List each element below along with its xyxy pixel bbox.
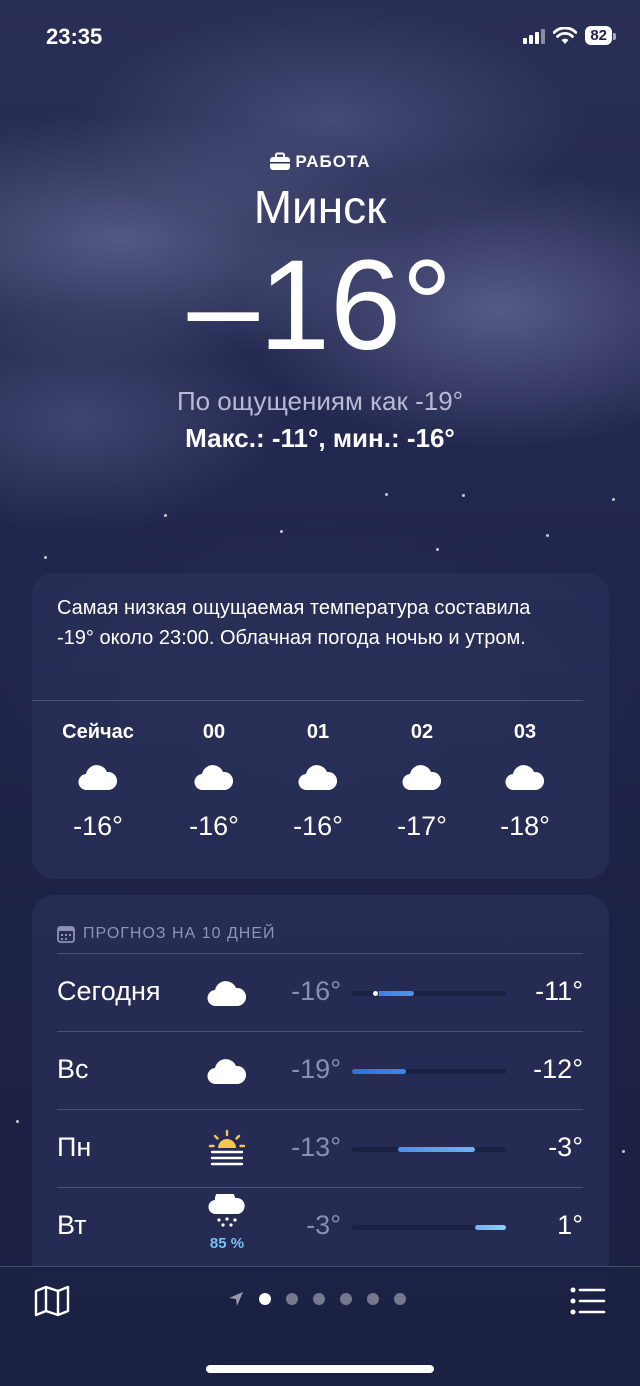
hour-label: 03 <box>513 721 537 743</box>
hourly-list[interactable]: Сейчас -16° 00 -16° 01 -16° 02 -17° 03 -… <box>32 701 609 879</box>
star <box>612 498 615 501</box>
star <box>385 493 388 496</box>
hour-label: 02 <box>410 721 434 743</box>
cloud-icon <box>268 755 368 801</box>
wifi-icon <box>553 26 578 44</box>
hour-item: 03 -18° <box>475 721 575 842</box>
temperature-range-bar <box>352 990 506 997</box>
sunrise-fog-icon <box>205 1126 249 1173</box>
day-high-temp: 1° <box>557 1210 583 1240</box>
day-low-temp: -19° <box>291 1054 341 1084</box>
hourly-summary: Самая низкая ощущаемая температура соста… <box>32 573 583 701</box>
location-label-text: РАБОТА <box>295 152 371 171</box>
cloud-icon <box>48 755 148 801</box>
hour-temp: -16° <box>189 811 239 841</box>
temperature-range-bar <box>352 1069 506 1074</box>
day-name: Вс <box>57 1054 89 1084</box>
temperature-range-fill <box>475 1225 506 1230</box>
hour-label: Сейчас <box>62 721 134 743</box>
forecast-day-row[interactable]: Вс -19° -12° <box>57 1031 583 1109</box>
cloud-icon <box>372 755 472 801</box>
briefcase-icon <box>270 152 291 170</box>
forecast-title: ПРОГНОЗ НА 10 ДНЕЙ <box>32 895 609 953</box>
forecast-title-text: ПРОГНОЗ НА 10 ДНЕЙ <box>83 925 276 942</box>
precipitation-chance: 85 % <box>209 1235 245 1252</box>
day-low-temp: -16° <box>291 976 341 1006</box>
star <box>280 530 283 533</box>
battery-indicator: 82 <box>585 26 616 45</box>
temperature-range-fill <box>352 1069 406 1074</box>
status-bar: 23:35 82 <box>0 24 640 54</box>
status-icons: 82 <box>523 26 616 45</box>
hour-item: 00 -16° <box>164 721 264 842</box>
day-name: Сегодня <box>57 976 161 1006</box>
calendar-icon <box>57 926 75 943</box>
page-dot[interactable] <box>394 1293 406 1305</box>
page-dot[interactable] <box>286 1293 298 1305</box>
home-indicator[interactable] <box>206 1365 434 1373</box>
day-high-temp: -3° <box>548 1132 583 1162</box>
map-icon <box>34 1285 70 1317</box>
star <box>462 494 465 497</box>
location-arrow-icon <box>229 1292 243 1306</box>
hour-label: 01 <box>306 721 330 743</box>
hourly-forecast-card[interactable]: Самая низкая ощущаемая температура соста… <box>32 573 609 879</box>
star <box>16 1120 19 1123</box>
location-label: РАБОТА <box>0 150 640 174</box>
forecast-day-row[interactable]: Вт 85 % -3° 1° <box>57 1187 583 1265</box>
high-low: Макс.: -11°, мин.: -16° <box>185 423 455 453</box>
temperature-range-bar <box>352 1147 506 1152</box>
cellular-signal-icon <box>523 28 546 44</box>
hour-temp: -16° <box>73 811 123 841</box>
day-low-temp: -13° <box>291 1132 341 1162</box>
day-high-temp: -11° <box>535 976 583 1006</box>
page-dot[interactable] <box>367 1293 379 1305</box>
day-name: Вт <box>57 1210 87 1240</box>
star <box>622 1150 625 1153</box>
hour-item: 01 -16° <box>268 721 368 842</box>
temperature-range-fill <box>375 991 414 996</box>
location-header: РАБОТА Минск –16° По ощущениям как -19° … <box>0 150 640 454</box>
star <box>436 548 439 551</box>
star <box>164 514 167 517</box>
page-dot[interactable] <box>259 1293 271 1305</box>
day-low-temp: -3° <box>306 1210 341 1240</box>
star <box>44 556 47 559</box>
cloud-icon <box>205 970 249 1013</box>
forecast-day-row[interactable]: Сегодня -16° -11° <box>57 953 583 1031</box>
current-temperature: –16° <box>187 234 453 377</box>
day-name: Пн <box>57 1132 92 1162</box>
page-dot[interactable] <box>340 1293 352 1305</box>
hour-item: 02 -17° <box>372 721 472 842</box>
cloud-icon <box>475 755 575 801</box>
cloud-icon <box>164 755 264 801</box>
hour-item: Сейчас -16° <box>48 721 148 842</box>
hour-temp: -16° <box>293 811 343 841</box>
snow-cloud-icon: 85 % <box>195 1188 259 1252</box>
city-name: Минск <box>253 181 387 233</box>
map-button[interactable] <box>34 1285 70 1322</box>
feels-like: По ощущениям как -19° <box>176 386 464 416</box>
ten-day-forecast-card[interactable]: ПРОГНОЗ НА 10 ДНЕЙ Сегодня -16° -11° Вс … <box>32 895 609 1295</box>
star <box>546 534 549 537</box>
hour-label: 00 <box>202 721 226 743</box>
list-icon <box>570 1287 606 1315</box>
locations-list-button[interactable] <box>570 1287 606 1320</box>
hour-temp: -17° <box>397 811 447 841</box>
page-dot[interactable] <box>313 1293 325 1305</box>
temperature-range-fill <box>398 1147 476 1152</box>
hour-temp: -18° <box>500 811 550 841</box>
page-indicator[interactable] <box>228 1291 406 1307</box>
temperature-range-bar <box>352 1225 506 1230</box>
status-time: 23:35 <box>46 24 103 49</box>
forecast-day-row[interactable]: Пн -13° -3° <box>57 1109 583 1187</box>
day-high-temp: -12° <box>533 1054 583 1084</box>
cloud-icon <box>205 1048 249 1091</box>
